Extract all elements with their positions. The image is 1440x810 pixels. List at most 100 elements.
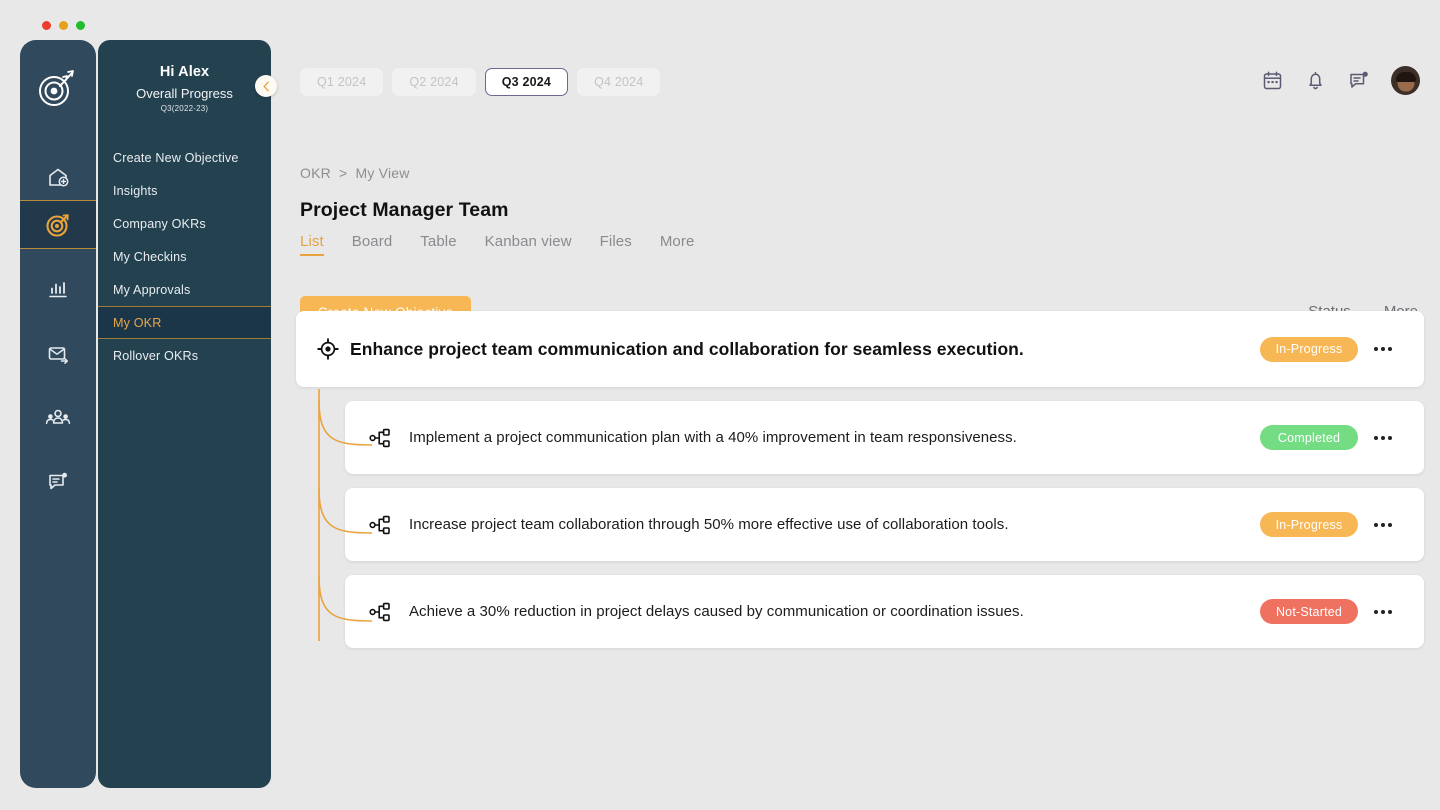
ellipsis-dot bbox=[1374, 347, 1378, 351]
hierarchy-node-icon bbox=[369, 602, 390, 621]
breadcrumb-root[interactable]: OKR bbox=[300, 165, 331, 181]
nav-menu: Create New Objective Insights Company OK… bbox=[98, 141, 271, 372]
nav-item-company-okrs[interactable]: Company OKRs bbox=[98, 207, 271, 240]
people-group-icon bbox=[45, 409, 71, 424]
objective-text: Enhance project team communication and c… bbox=[350, 338, 1024, 359]
view-tabs: List Board Table Kanban view Files More bbox=[300, 233, 694, 256]
key-result-text: Implement a project communication plan w… bbox=[409, 429, 1017, 446]
bar-chart-icon bbox=[49, 281, 67, 297]
target-goal-icon bbox=[46, 213, 69, 237]
quarter-tab-q4[interactable]: Q4 2024 bbox=[577, 68, 661, 96]
key-result-icon-wrap bbox=[353, 513, 409, 537]
ellipsis-dot bbox=[1381, 347, 1385, 351]
user-avatar[interactable] bbox=[1391, 66, 1420, 95]
quarter-selector: Q1 2024 Q2 2024 Q3 2024 Q4 2024 bbox=[300, 68, 661, 96]
collapse-sidebar-button[interactable] bbox=[255, 75, 277, 97]
chat-button[interactable] bbox=[1348, 70, 1369, 91]
nav-item-my-approvals[interactable]: My Approvals bbox=[98, 273, 271, 306]
key-result-status-badge[interactable]: Completed bbox=[1260, 425, 1358, 450]
sidebar-item-teams[interactable] bbox=[20, 394, 96, 441]
ellipsis-dot bbox=[1388, 435, 1392, 440]
user-greeting: Hi Alex bbox=[159, 64, 210, 80]
sidebar-item-messages[interactable] bbox=[20, 330, 96, 377]
ellipsis-dot bbox=[1374, 522, 1378, 527]
overall-progress-label: Overall Progress bbox=[136, 86, 233, 101]
notifications-button[interactable] bbox=[1305, 70, 1326, 91]
nav-item-my-okr[interactable]: My OKR bbox=[98, 306, 271, 339]
objective-card[interactable]: Enhance project team communication and c… bbox=[296, 311, 1424, 387]
app-logo[interactable] bbox=[20, 40, 96, 136]
app-window: Hi Alex Overall Progress Q3(2022-23) Cre… bbox=[0, 0, 1440, 810]
objective-icon-wrap bbox=[306, 338, 350, 360]
key-result-status-badge[interactable]: Not-Started bbox=[1260, 599, 1358, 624]
key-result-row[interactable]: Increase project team collaboration thro… bbox=[345, 488, 1424, 561]
window-titlebar bbox=[0, 0, 1440, 40]
ellipsis-dot bbox=[1374, 435, 1378, 440]
objective-status-badge[interactable]: In-Progress bbox=[1260, 336, 1358, 362]
feedback-note-icon bbox=[49, 472, 67, 489]
hierarchy-node-icon bbox=[369, 515, 390, 534]
close-window-button[interactable] bbox=[42, 21, 51, 30]
chevron-left-icon bbox=[263, 81, 269, 91]
sidebar-item-home[interactable] bbox=[20, 153, 96, 200]
nav-header: Hi Alex Overall Progress Q3(2022-23) bbox=[98, 40, 271, 113]
breadcrumb-separator: > bbox=[339, 165, 348, 181]
main-content: Q1 2024 Q2 2024 Q3 2024 Q4 2024 OKR > My… bbox=[283, 40, 1440, 810]
calendar-icon bbox=[1263, 71, 1282, 90]
key-result-row[interactable]: Implement a project communication plan w… bbox=[345, 401, 1424, 474]
okr-list: Enhance project team communication and c… bbox=[296, 311, 1424, 662]
target-crosshair-icon bbox=[317, 338, 339, 360]
target-arrow-logo-icon bbox=[39, 70, 74, 106]
key-result-text: Increase project team collaboration thro… bbox=[409, 516, 1009, 533]
sidebar-item-analytics[interactable] bbox=[20, 266, 96, 313]
period-label: Q3(2022-23) bbox=[160, 104, 209, 113]
sidebar-item-okr[interactable] bbox=[20, 200, 96, 249]
ellipsis-dot bbox=[1388, 347, 1392, 351]
nav-item-rollover-okrs[interactable]: Rollover OKRs bbox=[98, 339, 271, 372]
maximize-window-button[interactable] bbox=[76, 21, 85, 30]
objective-more-button[interactable] bbox=[1358, 347, 1408, 351]
window-controls bbox=[42, 21, 85, 30]
page-title: Project Manager Team bbox=[300, 199, 509, 221]
tab-files[interactable]: Files bbox=[600, 233, 632, 254]
quarter-tab-q2[interactable]: Q2 2024 bbox=[392, 68, 476, 96]
nav-panel: Hi Alex Overall Progress Q3(2022-23) Cre… bbox=[98, 40, 271, 788]
ellipsis-dot bbox=[1381, 522, 1385, 527]
quarter-tab-q3[interactable]: Q3 2024 bbox=[484, 68, 569, 96]
nav-item-my-checkins[interactable]: My Checkins bbox=[98, 240, 271, 273]
bell-icon bbox=[1309, 71, 1322, 90]
tab-kanban-view[interactable]: Kanban view bbox=[485, 233, 572, 254]
sidebar-item-feedback[interactable] bbox=[20, 458, 96, 505]
ellipsis-dot bbox=[1381, 609, 1385, 614]
nav-item-insights[interactable]: Insights bbox=[98, 174, 271, 207]
tab-list[interactable]: List bbox=[300, 233, 324, 256]
key-result-more-button[interactable] bbox=[1358, 609, 1408, 614]
chat-notification-icon bbox=[1350, 71, 1368, 88]
tab-table[interactable]: Table bbox=[420, 233, 456, 254]
nav-item-create-new-objective[interactable]: Create New Objective bbox=[98, 141, 271, 174]
breadcrumb-current[interactable]: My View bbox=[356, 165, 410, 181]
ellipsis-dot bbox=[1374, 609, 1378, 614]
quarter-tab-q1[interactable]: Q1 2024 bbox=[300, 68, 384, 96]
key-result-status-badge[interactable]: In-Progress bbox=[1260, 512, 1358, 537]
breadcrumb: OKR > My View bbox=[300, 165, 410, 181]
key-result-icon-wrap bbox=[353, 426, 409, 450]
home-add-icon bbox=[49, 168, 69, 186]
tab-board[interactable]: Board bbox=[352, 233, 393, 254]
key-result-text: Achieve a 30% reduction in project delay… bbox=[409, 603, 1024, 620]
header-actions bbox=[1262, 66, 1420, 95]
key-results-group: Implement a project communication plan w… bbox=[318, 389, 1424, 648]
calendar-button[interactable] bbox=[1262, 70, 1283, 91]
tab-more[interactable]: More bbox=[660, 233, 695, 254]
hierarchy-node-icon bbox=[369, 428, 390, 447]
ellipsis-dot bbox=[1388, 609, 1392, 614]
ellipsis-dot bbox=[1381, 435, 1385, 440]
minimize-window-button[interactable] bbox=[59, 21, 68, 30]
key-result-more-button[interactable] bbox=[1358, 522, 1408, 527]
key-result-more-button[interactable] bbox=[1358, 435, 1408, 440]
avatar-hair bbox=[1395, 72, 1416, 83]
key-result-icon-wrap bbox=[353, 600, 409, 624]
icon-rail bbox=[20, 40, 96, 788]
key-result-row[interactable]: Achieve a 30% reduction in project delay… bbox=[345, 575, 1424, 648]
ellipsis-dot bbox=[1388, 522, 1392, 527]
